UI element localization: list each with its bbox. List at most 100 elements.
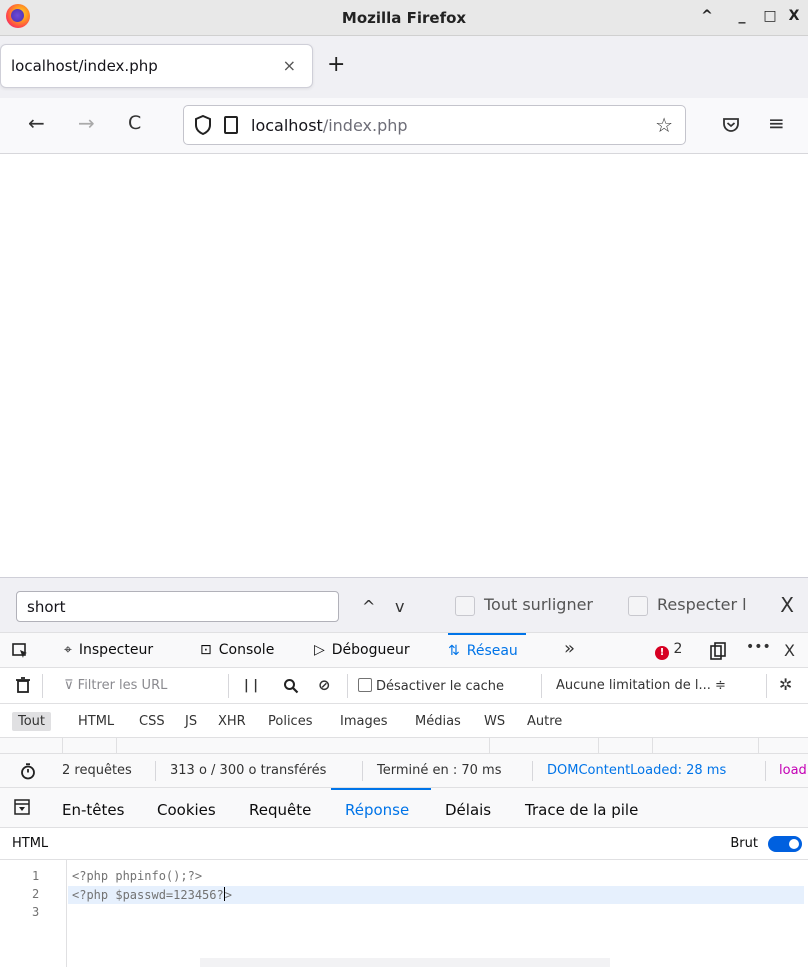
divider	[155, 761, 156, 781]
column-divider[interactable]	[62, 738, 63, 754]
match-case-label: Respecter l	[657, 595, 747, 614]
find-previous-button[interactable]: ^	[362, 597, 375, 616]
request-table-header	[0, 738, 808, 754]
divider	[362, 761, 363, 781]
dock-options-icon[interactable]	[710, 642, 728, 660]
column-divider[interactable]	[489, 738, 490, 754]
divider	[42, 674, 43, 698]
request-details-tabs: En-têtes Cookies Requête Réponse Délais …	[0, 788, 808, 828]
maximize-button[interactable]: □	[761, 8, 779, 24]
tab-request[interactable]: Requête	[249, 801, 311, 819]
toggle-sidebar-icon[interactable]	[14, 799, 30, 815]
code-line: <?php phpinfo();?>	[72, 869, 203, 883]
close-findbar-button[interactable]: X	[780, 593, 794, 617]
close-devtools-button[interactable]: X	[784, 641, 795, 660]
tab-strip: localhost/index.php × +	[0, 36, 808, 98]
minimize-button[interactable]: _	[733, 8, 751, 24]
active-tab-indicator	[331, 788, 431, 790]
divider	[541, 674, 542, 698]
tab-console[interactable]: ⊡ Console	[200, 633, 274, 667]
page-info-icon[interactable]	[224, 116, 238, 134]
page-content	[0, 155, 808, 577]
type-filter-css[interactable]: CSS	[133, 712, 171, 731]
find-input[interactable]	[16, 591, 339, 622]
line-number: 3	[32, 905, 40, 919]
tab-network[interactable]: ⇅ Réseau	[448, 633, 526, 667]
close-tab-icon[interactable]: ×	[283, 56, 296, 75]
column-divider[interactable]	[116, 738, 117, 754]
window-title: Mozilla Firefox	[341, 9, 467, 27]
type-filter-xhr[interactable]: XHR	[212, 712, 252, 731]
search-icon[interactable]	[283, 678, 299, 694]
dom-content-loaded: DOMContentLoaded: 28 ms	[547, 763, 727, 778]
type-filter-all[interactable]: Tout	[12, 712, 52, 731]
devtools-toolbar: ⌖ Inspecteur ⊡ Console ▷ Débogueur ⇅ Rés…	[0, 632, 808, 668]
divider	[765, 761, 766, 781]
disable-cache-checkbox[interactable]	[358, 678, 372, 692]
tab-timings[interactable]: Délais	[445, 801, 491, 819]
block-icon[interactable]: ⊘	[318, 676, 331, 694]
type-filter-ws[interactable]: WS	[478, 712, 511, 731]
column-divider[interactable]	[598, 738, 599, 754]
window-up-button[interactable]: ^	[698, 8, 716, 24]
type-filter-other[interactable]: Autre	[521, 712, 568, 731]
disable-cache-toggle[interactable]: Désactiver le cache	[358, 678, 504, 694]
transferred-size: 313 o / 300 o transférés	[170, 763, 327, 778]
inspector-icon: ⌖	[64, 642, 72, 658]
divider	[532, 761, 533, 781]
menu-button[interactable]: ≡	[768, 112, 785, 134]
title-bar: Mozilla Firefox ^ _ □ X	[0, 0, 808, 36]
tab-cookies[interactable]: Cookies	[157, 801, 216, 819]
column-divider[interactable]	[652, 738, 653, 754]
new-tab-button[interactable]: +	[327, 54, 345, 76]
more-tools-icon[interactable]: »	[564, 638, 575, 659]
divider	[347, 674, 348, 698]
throttling-select[interactable]: Aucune limitation de l... ≑	[556, 678, 726, 693]
type-filter-js[interactable]: JS	[179, 712, 203, 731]
highlight-all-checkbox[interactable]	[455, 596, 475, 616]
close-window-button[interactable]: X	[785, 8, 803, 24]
more-options-icon[interactable]: •••	[746, 639, 771, 655]
tab-localhost[interactable]: localhost/index.php ×	[0, 44, 313, 88]
raw-toggle-switch[interactable]	[768, 836, 802, 852]
tab-inspector[interactable]: ⌖ Inspecteur	[64, 633, 153, 667]
filter-url-input[interactable]: ⊽ Filtrer les URL	[64, 678, 167, 693]
reload-button[interactable]: C	[128, 112, 141, 134]
stopwatch-icon[interactable]	[20, 763, 36, 780]
horizontal-scrollbar[interactable]	[200, 958, 610, 967]
tab-headers[interactable]: En-têtes	[62, 801, 124, 819]
response-type-label: HTML	[12, 836, 49, 851]
element-picker-icon[interactable]	[12, 643, 28, 659]
bookmark-star-icon[interactable]: ☆	[655, 113, 673, 137]
find-next-button[interactable]: v	[395, 597, 404, 616]
tracking-shield-icon[interactable]	[194, 115, 212, 135]
response-header: HTML Brut	[0, 828, 808, 860]
type-filter-fonts[interactable]: Polices	[262, 712, 318, 731]
tab-response[interactable]: Réponse	[345, 801, 409, 819]
error-count[interactable]: ! 2	[655, 641, 682, 660]
type-filter-media[interactable]: Médias	[409, 712, 467, 731]
forward-button[interactable]: →	[78, 112, 95, 134]
url-text[interactable]: localhost/index.php	[251, 116, 408, 135]
trash-icon[interactable]	[16, 677, 30, 693]
tab-stack-trace[interactable]: Trace de la pile	[525, 801, 638, 819]
request-type-filters: Tout HTML CSS JS XHR Polices Images Médi…	[0, 704, 808, 738]
match-case-checkbox[interactable]	[628, 596, 648, 616]
divider	[228, 674, 229, 698]
pause-icon[interactable]: | |	[244, 678, 258, 693]
tab-debugger[interactable]: ▷ Débogueur	[314, 633, 410, 667]
console-icon: ⊡	[200, 642, 212, 658]
column-divider[interactable]	[758, 738, 759, 754]
gear-icon[interactable]: ✲	[779, 675, 792, 694]
pocket-icon[interactable]	[721, 115, 741, 135]
error-icon: !	[655, 646, 669, 660]
response-code-viewer[interactable]: 1 2 3 <?php phpinfo();?> <?php $passwd=1…	[0, 860, 808, 967]
debugger-icon: ▷	[314, 642, 325, 658]
raw-toggle-label: Brut	[730, 836, 758, 851]
back-button[interactable]: ←	[28, 112, 45, 134]
url-bar[interactable]: localhost/index.php ☆	[183, 105, 686, 145]
type-filter-images[interactable]: Images	[334, 712, 394, 731]
line-number: 1	[32, 869, 40, 883]
type-filter-html[interactable]: HTML	[72, 712, 120, 731]
